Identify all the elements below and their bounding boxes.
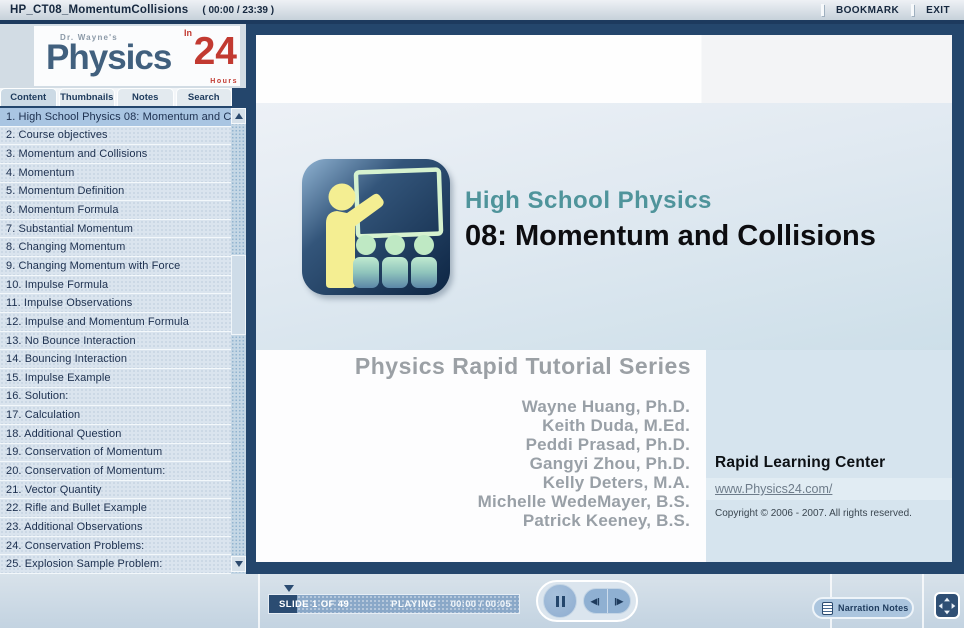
toc-item[interactable]: 16. Solution: — [0, 388, 231, 407]
author-line: Kelly Deters, M.A. — [256, 473, 690, 492]
toc-item[interactable]: 22. Rifle and Bullet Example — [0, 499, 231, 518]
toc-item[interactable]: 20. Conservation of Momentum: — [0, 462, 231, 481]
slide-supertitle: High School Physics — [465, 187, 712, 215]
series-title: Physics Rapid Tutorial Series — [298, 353, 748, 380]
toc-item[interactable]: 6. Momentum Formula — [0, 201, 231, 220]
pause-button[interactable] — [543, 584, 577, 618]
pause-icon — [562, 596, 565, 607]
tab-content[interactable]: Content — [0, 88, 57, 106]
next-slide-button[interactable]: |▶ — [608, 589, 631, 613]
toc-item[interactable]: 25. Explosion Sample Problem: — [0, 555, 231, 574]
toc-item[interactable]: 8. Changing Momentum — [0, 238, 231, 257]
toc-item[interactable]: 3. Momentum and Collisions — [0, 145, 231, 164]
arrow-up-icon — [235, 113, 243, 119]
sidebar-tabs: ContentThumbnailsNotesSearch — [0, 88, 246, 108]
toc-item[interactable]: 2. Course objectives — [0, 127, 231, 146]
separator — [821, 4, 824, 16]
scroll-down-button[interactable] — [231, 556, 246, 572]
branding-panel: Rapid Learning Center www.Physics24.com/… — [706, 350, 952, 562]
fullscreen-arrows-icon — [937, 596, 957, 616]
author-line: Gangyi Zhou, Ph.D. — [256, 454, 690, 473]
author-line: Patrick Keeney, B.S. — [256, 511, 690, 530]
link-band: www.Physics24.com/ — [706, 478, 952, 500]
branding-heading: Rapid Learning Center — [715, 454, 885, 472]
author-line: Peddi Prasad, Ph.D. — [256, 435, 690, 454]
slide-canvas: Rapid Learning Center www.Physics24.com/… — [256, 35, 952, 562]
toc-item[interactable]: 19. Conservation of Momentum — [0, 444, 231, 463]
toc-item[interactable]: 7. Substantial Momentum — [0, 220, 231, 239]
toc-item[interactable]: 23. Additional Observations — [0, 518, 231, 537]
presentation-title: HP_CT08_MomentumCollisions — [10, 4, 188, 16]
playback-controls: ◀| |▶ — [536, 580, 638, 622]
exit-button[interactable]: EXIT — [926, 5, 950, 16]
toc-item[interactable]: 11. Impulse Observations — [0, 294, 231, 313]
toc-item[interactable]: 5. Momentum Definition — [0, 183, 231, 202]
notes-icon — [822, 602, 833, 615]
logo-number: 24 — [194, 30, 237, 74]
toc-item[interactable]: 14. Bouncing Interaction — [0, 350, 231, 369]
fullscreen-button[interactable] — [934, 592, 960, 619]
toc-item[interactable]: 24. Conservation Problems: — [0, 537, 231, 556]
physics24-logo: Dr. Wayne's Physics In 24 Hours — [34, 26, 240, 86]
slide-stepper: ◀| |▶ — [583, 588, 631, 614]
seek-bar[interactable]: SLIDE 1 OF 49 PLAYING 00:00 / 00:05 — [268, 594, 520, 614]
tab-search[interactable]: Search — [176, 88, 233, 106]
toc-item[interactable]: 13. No Bounce Interaction — [0, 332, 231, 351]
bookmark-button[interactable]: BOOKMARK — [836, 5, 899, 16]
tab-thumbnails[interactable]: Thumbnails — [59, 88, 116, 106]
slide-frame-left — [246, 35, 256, 562]
toc-list: 1. High School Physics 08: Momentum and … — [0, 108, 231, 574]
separator — [258, 574, 260, 628]
scrollbar-thumb[interactable] — [231, 255, 246, 335]
playback-status: PLAYING — [391, 599, 437, 610]
slide-title: 08: Momentum and Collisions — [465, 220, 876, 253]
arrow-down-icon — [235, 561, 243, 567]
toc-item[interactable]: 17. Calculation — [0, 406, 231, 425]
website-link[interactable]: www.Physics24.com/ — [715, 482, 832, 496]
slide-frame-top — [246, 24, 964, 35]
scroll-up-button[interactable] — [231, 108, 246, 124]
narration-notes-button[interactable]: Narration Notes — [812, 597, 914, 619]
toc-item[interactable]: 18. Additional Question — [0, 425, 231, 444]
slide-frame-bottom — [246, 562, 964, 574]
separator — [911, 4, 914, 16]
toc-item[interactable]: 4. Momentum — [0, 164, 231, 183]
tab-notes[interactable]: Notes — [117, 88, 174, 106]
pause-icon — [556, 596, 559, 607]
title-bar-right: BOOKMARK EXIT — [821, 4, 950, 16]
slide-counter: SLIDE 1 OF 49 — [279, 599, 349, 610]
author-line: Michelle WedeMayer, B.S. — [256, 492, 690, 511]
authors-list: Wayne Huang, Ph.D.Keith Duda, M.Ed.Peddi… — [256, 397, 690, 530]
slide-frame-right — [952, 35, 964, 562]
logo-in-label: In — [184, 28, 192, 38]
teacher-classroom-icon — [300, 157, 452, 297]
slide-top-band — [256, 35, 952, 103]
toc-item[interactable]: 10. Impulse Formula — [0, 276, 231, 295]
toc-item[interactable]: 12. Impulse and Momentum Formula — [0, 313, 231, 332]
logo-word: Physics — [46, 38, 171, 78]
toc-item[interactable]: 9. Changing Momentum with Force — [0, 257, 231, 276]
total-time: ( 00:00 / 23:39 ) — [202, 5, 274, 16]
logo-area: Dr. Wayne's Physics In 24 Hours — [0, 24, 246, 88]
logo-hours-label: Hours — [210, 78, 238, 85]
title-bar: HP_CT08_MomentumCollisions ( 00:00 / 23:… — [0, 0, 964, 20]
toc-item[interactable]: 21. Vector Quantity — [0, 481, 231, 500]
previous-slide-button[interactable]: ◀| — [584, 589, 608, 613]
toc-scrollbar[interactable] — [231, 108, 246, 574]
playhead-marker[interactable] — [284, 585, 294, 592]
title-bar-left: HP_CT08_MomentumCollisions ( 00:00 / 23:… — [10, 4, 274, 16]
toc-wrap: 1. High School Physics 08: Momentum and … — [0, 108, 246, 574]
application-window: HP_CT08_MomentumCollisions ( 00:00 / 23:… — [0, 0, 964, 628]
toc-item[interactable]: 15. Impulse Example — [0, 369, 231, 388]
separator — [922, 574, 924, 628]
slide-time: 00:00 / 00:05 — [451, 599, 511, 610]
sidebar: Dr. Wayne's Physics In 24 Hours ContentT… — [0, 24, 246, 574]
author-line: Wayne Huang, Ph.D. — [256, 397, 690, 416]
player-bar: SLIDE 1 OF 49 PLAYING 00:00 / 00:05 ◀| |… — [0, 574, 964, 628]
author-line: Keith Duda, M.Ed. — [256, 416, 690, 435]
narration-notes-label: Narration Notes — [838, 603, 909, 613]
copyright-text: Copyright © 2006 - 2007. All rights rese… — [715, 508, 912, 519]
toc-item[interactable]: 1. High School Physics 08: Momentum and … — [0, 108, 231, 127]
